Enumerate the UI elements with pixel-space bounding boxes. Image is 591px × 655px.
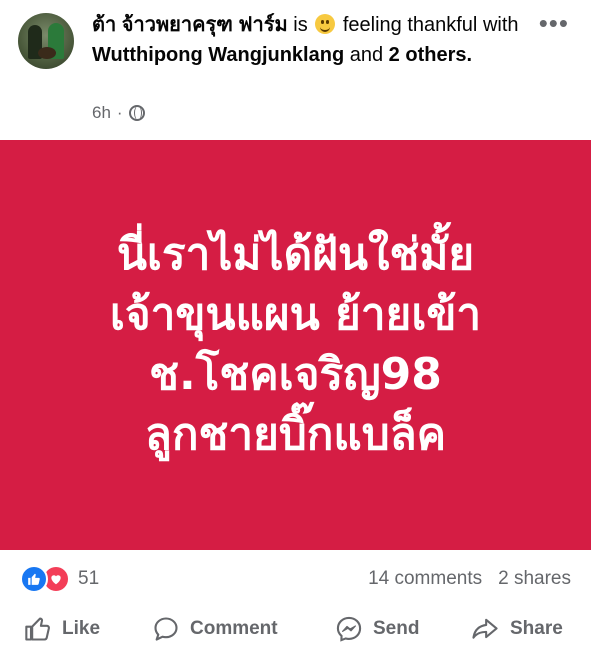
avatar[interactable] (18, 13, 74, 69)
smiling-face-icon (315, 14, 336, 34)
globe-icon (128, 105, 145, 121)
post-banner[interactable]: นี่เราไม่ได้ฝันใช่มั้ย เจ้าขุนแผน ย้ายเข… (0, 140, 591, 550)
engagement-counts: 14 comments 2 shares (368, 568, 571, 590)
with-word: with (482, 14, 519, 36)
tagged-person[interactable]: Wutthipong Wangjunklang (92, 44, 344, 66)
banner-line-4: ลูกชายบิ๊กแบล็ค (144, 409, 447, 460)
post-meta: 6h · (92, 103, 145, 123)
banner-line-2: เจ้าขุนแผน ย้ายเข้า (109, 289, 482, 340)
tagged-others[interactable]: 2 others. (389, 44, 472, 66)
share-button[interactable]: Share (470, 615, 563, 643)
feeling-text: feeling thankful (342, 14, 478, 36)
share-arrow-icon (472, 618, 498, 639)
send-button[interactable]: Send (335, 615, 419, 643)
share-label: Share (510, 618, 563, 639)
like-label: Like (62, 618, 101, 639)
reaction-count: 51 (78, 568, 100, 589)
comment-label: Comment (190, 618, 278, 639)
and-word: and (349, 44, 384, 66)
like-button[interactable]: Like (24, 615, 100, 643)
post-time[interactable]: 6h (92, 103, 111, 123)
send-label: Send (373, 618, 420, 639)
thumbs-up-icon (25, 617, 50, 641)
author-name[interactable]: ต้า จ้าวพยาครุฑ ฟาร์ม (92, 14, 288, 36)
comment-bubble-icon (154, 617, 178, 641)
post-byline: ต้า จ้าวพยาครุฑ ฟาร์ม is feeling thankfu… (92, 10, 532, 70)
like-reaction-icon (20, 565, 48, 593)
more-options-icon[interactable]: ••• (539, 10, 569, 36)
banner-line-3: ช.โชคเจริญ98 (149, 349, 442, 400)
banner-line-1: นี่เราไม่ได้ฝันใช่มั้ย (116, 229, 475, 280)
is-word: is (293, 14, 308, 36)
comment-button[interactable]: Comment (152, 615, 278, 643)
reaction-summary[interactable]: 51 (20, 565, 99, 593)
messenger-icon (336, 616, 362, 642)
comments-count[interactable]: 14 comments (368, 568, 482, 590)
meta-separator: · (116, 103, 123, 122)
avatar-rooster (38, 47, 56, 59)
action-bar: Like Comment Send Share (0, 605, 591, 655)
post-header: ต้า จ้าวพยาครุฑ ฟาร์ม is feeling thankfu… (0, 0, 591, 140)
shares-count[interactable]: 2 shares (498, 568, 571, 590)
post-stats: 51 14 comments 2 shares (0, 560, 591, 598)
